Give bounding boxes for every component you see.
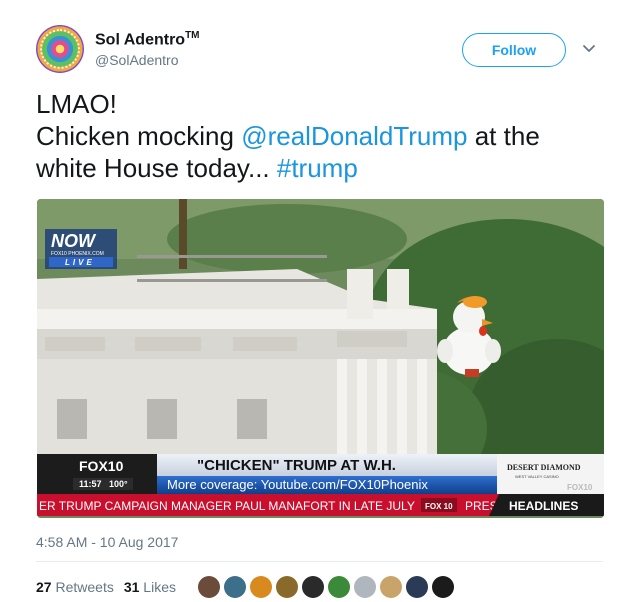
tweet-timestamp[interactable]: 4:58 AM - 10 Aug 2017	[36, 534, 178, 550]
liker-avatar[interactable]	[432, 576, 454, 598]
likes-stat[interactable]: 31 Likes	[124, 579, 176, 595]
tweet-line-1: LMAO!	[36, 89, 117, 119]
liker-avatar[interactable]	[328, 576, 350, 598]
likes-label: Likes	[143, 579, 176, 595]
media-video-frame[interactable]: NOW FOX10 PHOENIX.COM LIVE FOX10 11:57 1…	[37, 199, 604, 518]
avatar[interactable]	[36, 25, 84, 73]
ticker-time: 11:57	[79, 479, 102, 489]
hashtag-link[interactable]: #trump	[277, 153, 358, 183]
ticker-temp: 100°	[109, 479, 128, 489]
liker-avatars	[198, 576, 454, 598]
tweet-text-segment: Chicken mocking	[36, 121, 242, 151]
chevron-down-icon[interactable]	[582, 42, 596, 56]
ticker-crawl: ER TRUMP CAMPAIGN MANAGER PAUL MANAFORT …	[39, 499, 415, 513]
divider	[36, 561, 603, 562]
tweet-text-segment: white House today...	[36, 153, 277, 183]
avatar-mandala-pattern	[40, 29, 80, 69]
liker-avatar[interactable]	[354, 576, 376, 598]
trademark-mark: TM	[185, 30, 200, 41]
tweet-text: LMAO! Chicken mocking @realDonaldTrump a…	[36, 88, 606, 184]
liker-avatar[interactable]	[198, 576, 220, 598]
liker-avatar[interactable]	[406, 576, 428, 598]
live-badge-logo: NOW	[51, 231, 97, 251]
tweet-line-2: Chicken mocking @realDonaldTrump at the	[36, 120, 606, 152]
sponsor-name: DESERT DIAMOND	[507, 463, 581, 472]
ticker-subline: More coverage: Youtube.com/FOX10Phoenix	[167, 477, 428, 492]
tweet-line-3: white House today... #trump	[36, 152, 606, 184]
likes-count: 31	[123, 579, 140, 595]
sponsor-fox: FOX10	[567, 483, 593, 492]
ticker-headline: "CHICKEN" TRUMP AT W.H.	[197, 457, 396, 474]
liker-avatar[interactable]	[224, 576, 246, 598]
sponsor-sub: WEST VALLEY CASINO	[515, 474, 559, 479]
author-handle[interactable]: @SolAdentro	[95, 52, 178, 68]
tweet-text-segment: at the	[467, 121, 540, 151]
liker-avatar[interactable]	[380, 576, 402, 598]
live-badge: NOW FOX10 PHOENIX.COM LIVE	[45, 229, 117, 269]
ticker-headlines: HEADLINES	[509, 499, 578, 513]
live-badge-live: LIVE	[65, 258, 95, 267]
retweets-label: Retweets	[55, 579, 114, 595]
retweets-count: 27	[36, 579, 52, 595]
engagement-stats: 27 Retweets 31 Likes	[36, 579, 176, 595]
liker-avatar[interactable]	[276, 576, 298, 598]
live-badge-sublabel: FOX10 PHOENIX.COM	[51, 251, 104, 257]
ticker-channel: FOX10	[79, 458, 124, 474]
follow-button[interactable]: Follow	[462, 33, 566, 67]
crawl-channel: FOX 10	[425, 502, 453, 511]
author-name-text: Sol Adentro	[95, 31, 186, 49]
liker-avatar[interactable]	[302, 576, 324, 598]
tweet-card: Sol AdentroTM @SolAdentro Follow LMAO! C…	[0, 0, 634, 602]
retweets-stat[interactable]: 27 Retweets	[36, 579, 114, 595]
news-ticker: FOX10 11:57 100° "CHICKEN" TRUMP AT W.H.…	[37, 454, 604, 516]
liker-avatar[interactable]	[250, 576, 272, 598]
author-name[interactable]: Sol AdentroTM	[95, 30, 200, 49]
mention-link[interactable]: @realDonaldTrump	[241, 121, 467, 151]
